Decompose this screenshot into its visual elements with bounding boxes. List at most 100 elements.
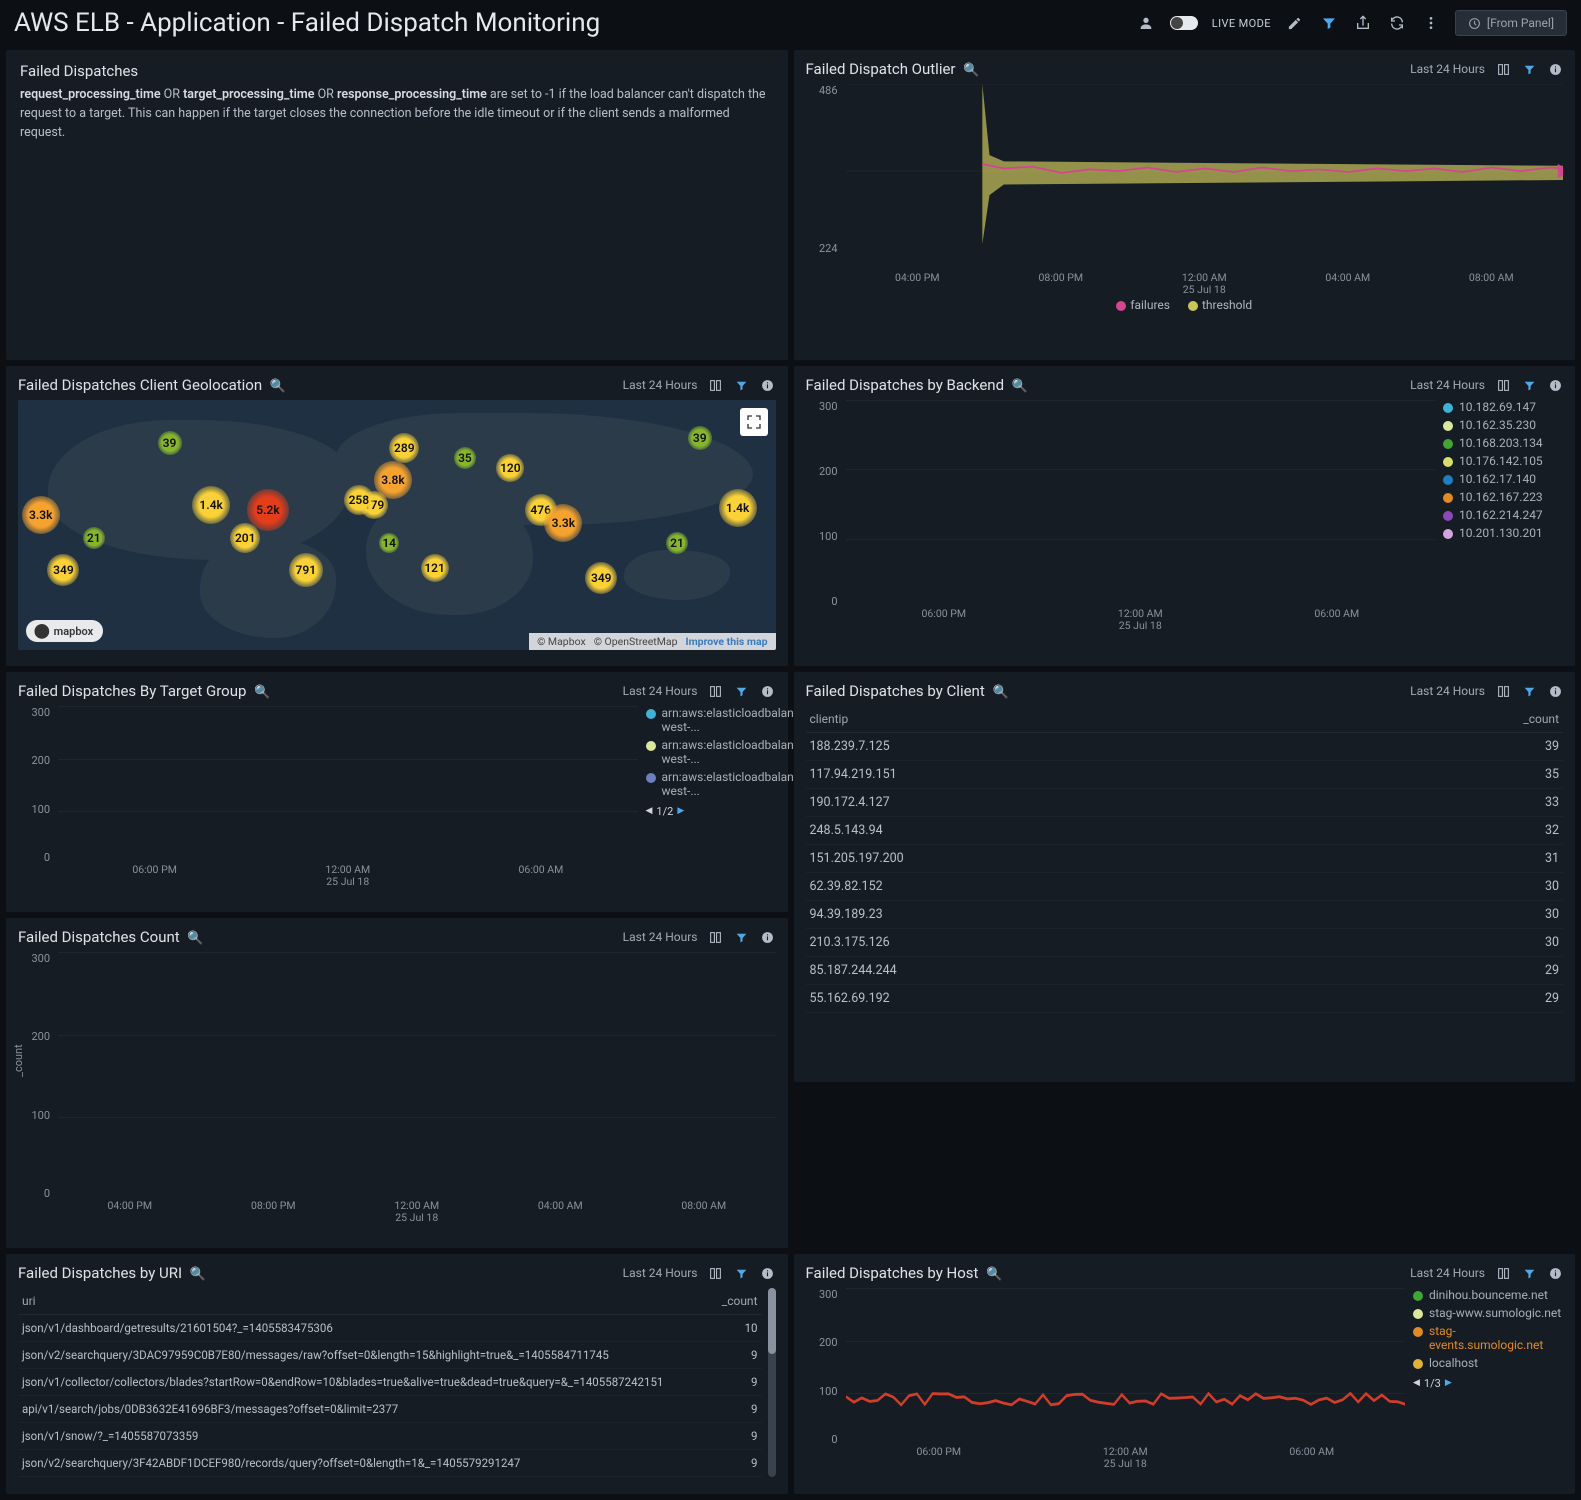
table-row[interactable]: 190.172.4.12733 — [806, 789, 1564, 817]
magnifier-icon[interactable]: 🔍 — [187, 931, 203, 946]
legend-paging[interactable]: ◀1/3▶ — [1413, 1377, 1452, 1390]
map-bubble[interactable]: 349 — [585, 562, 617, 594]
table-row[interactable]: json/v2/searchquery/3F42ABDF1DCEF980/rec… — [18, 1450, 762, 1477]
info-icon[interactable] — [760, 683, 776, 699]
compare-icon[interactable] — [1495, 683, 1511, 699]
panel-target-group: Failed Dispatches By Target Group 🔍 Last… — [6, 672, 788, 912]
map-bubble[interactable]: 120 — [496, 454, 524, 482]
map-bubble[interactable]: 1.4k — [192, 486, 230, 524]
magnifier-icon[interactable]: 🔍 — [254, 685, 270, 700]
map-bubble[interactable]: 121 — [421, 554, 449, 582]
time-range-label: Last 24 Hours — [623, 684, 698, 698]
magnifier-icon[interactable]: 🔍 — [270, 379, 286, 394]
improve-map-link[interactable]: Improve this map — [686, 635, 768, 648]
compare-icon[interactable] — [708, 683, 724, 699]
table-row[interactable]: 188.239.7.12539 — [806, 733, 1564, 761]
filter-icon[interactable] — [1521, 1265, 1537, 1281]
filter-icon[interactable] — [734, 929, 750, 945]
table-row[interactable]: 117.94.219.15135 — [806, 761, 1564, 789]
geolocation-map[interactable]: ⬤mapbox © Mapbox © OpenStreetMap Improve… — [18, 400, 776, 650]
user-icon[interactable] — [1136, 13, 1156, 33]
info-icon[interactable] — [760, 1265, 776, 1281]
filter-icon[interactable] — [734, 1265, 750, 1281]
map-bubble[interactable]: 21 — [666, 532, 688, 554]
info-icon[interactable] — [760, 377, 776, 393]
outlier-legend: failures threshold — [806, 298, 1564, 312]
table-row[interactable]: 55.162.69.19229 — [806, 985, 1564, 1013]
backend-chart — [846, 400, 1436, 608]
magnifier-icon[interactable]: 🔍 — [1012, 379, 1028, 394]
scrollbar[interactable] — [768, 1288, 776, 1477]
panel-failed-dispatches-text: Failed Dispatches request_processing_tim… — [6, 50, 788, 360]
table-row[interactable]: json/v1/snow/?_=14055870733599 — [18, 1423, 762, 1450]
table-row[interactable]: api/v1/search/jobs/0DB3632E41696BF3/mess… — [18, 1396, 762, 1423]
panel-host: Failed Dispatches by Host 🔍 Last 24 Hour… — [794, 1254, 1576, 1494]
info-icon[interactable] — [1547, 61, 1563, 77]
count-chart — [58, 952, 776, 1200]
filter-icon[interactable] — [1319, 13, 1339, 33]
map-bubble[interactable]: 3.3k — [544, 504, 582, 542]
panel-title: Failed Dispatches by Backend 🔍 — [806, 376, 1028, 394]
more-icon[interactable] — [1421, 13, 1441, 33]
time-range-label: Last 24 Hours — [1410, 1266, 1485, 1280]
info-icon[interactable] — [1547, 683, 1563, 699]
map-bubble[interactable]: 289 — [389, 433, 419, 463]
legend-paging[interactable]: ◀1/2▶ — [646, 805, 685, 818]
compare-icon[interactable] — [1495, 61, 1511, 77]
edit-icon[interactable] — [1285, 13, 1305, 33]
table-row[interactable]: json/v2/searchquery/3DAC97959C0B7E80/mes… — [18, 1342, 762, 1369]
compare-icon[interactable] — [708, 377, 724, 393]
filter-icon[interactable] — [734, 377, 750, 393]
panel-title: Failed Dispatches Client Geolocation 🔍 — [18, 376, 286, 394]
share-icon[interactable] — [1353, 13, 1373, 33]
filter-icon[interactable] — [1521, 683, 1537, 699]
map-bubble[interactable]: 3.8k — [374, 461, 412, 499]
map-bubble[interactable]: 791 — [289, 553, 323, 587]
magnifier-icon[interactable]: 🔍 — [190, 1267, 206, 1282]
map-bubble[interactable]: 201 — [230, 523, 260, 553]
table-row[interactable]: json/v1/collector/collectors/blades?star… — [18, 1369, 762, 1396]
compare-icon[interactable] — [1495, 1265, 1511, 1281]
info-icon[interactable] — [760, 929, 776, 945]
filter-icon[interactable] — [734, 683, 750, 699]
table-row[interactable]: 62.39.82.15230 — [806, 873, 1564, 901]
table-row[interactable]: json/v1/dashboard/getresults/21601504?_=… — [18, 1315, 762, 1342]
panel-title: Failed Dispatches By Target Group 🔍 — [18, 682, 270, 700]
map-bubble[interactable]: 349 — [47, 554, 79, 586]
panel-title: Failed Dispatches by Host 🔍 — [806, 1264, 1003, 1282]
table-row[interactable]: 210.3.175.12630 — [806, 929, 1564, 957]
time-range-label: Last 24 Hours — [623, 930, 698, 944]
magnifier-icon[interactable]: 🔍 — [986, 1267, 1002, 1282]
map-bubble[interactable]: 258 — [344, 485, 374, 515]
map-bubble[interactable]: 14 — [379, 533, 399, 553]
table-row[interactable]: 94.39.189.2330 — [806, 901, 1564, 929]
filter-icon[interactable] — [1521, 377, 1537, 393]
info-icon[interactable] — [1547, 1265, 1563, 1281]
map-bubble[interactable]: 3.3k — [22, 496, 60, 534]
compare-icon[interactable] — [708, 1265, 724, 1281]
from-panel-button[interactable]: [From Panel] — [1455, 10, 1567, 36]
time-range-label: Last 24 Hours — [623, 378, 698, 392]
time-range-label: Last 24 Hours — [623, 1266, 698, 1280]
filter-icon[interactable] — [1521, 61, 1537, 77]
table-row[interactable]: 248.5.143.9432 — [806, 817, 1564, 845]
map-bubble[interactable]: 35 — [454, 447, 476, 469]
panel-uri-table: Failed Dispatches by URI 🔍 Last 24 Hours… — [6, 1254, 788, 1494]
expand-icon[interactable] — [740, 408, 768, 436]
live-mode-toggle[interactable] — [1170, 16, 1198, 30]
compare-icon[interactable] — [1495, 377, 1511, 393]
outlier-chart — [846, 84, 1564, 272]
refresh-icon[interactable] — [1387, 13, 1407, 33]
map-bubble[interactable]: 1.4k — [719, 489, 757, 527]
table-row[interactable]: 85.187.244.24429 — [806, 957, 1564, 985]
map-bubble[interactable]: 21 — [83, 527, 105, 549]
compare-icon[interactable] — [708, 929, 724, 945]
magnifier-icon[interactable]: 🔍 — [963, 63, 979, 78]
backend-legend: 10.182.69.14710.162.35.23010.168.203.134… — [1443, 400, 1563, 630]
map-bubble[interactable]: 39 — [688, 426, 712, 450]
info-icon[interactable] — [1547, 377, 1563, 393]
magnifier-icon[interactable]: 🔍 — [992, 685, 1008, 700]
table-row[interactable]: 151.205.197.20031 — [806, 845, 1564, 873]
map-bubble[interactable]: 39 — [158, 431, 182, 455]
panel-count: Failed Dispatches Count 🔍 Last 24 Hours … — [6, 918, 788, 1248]
